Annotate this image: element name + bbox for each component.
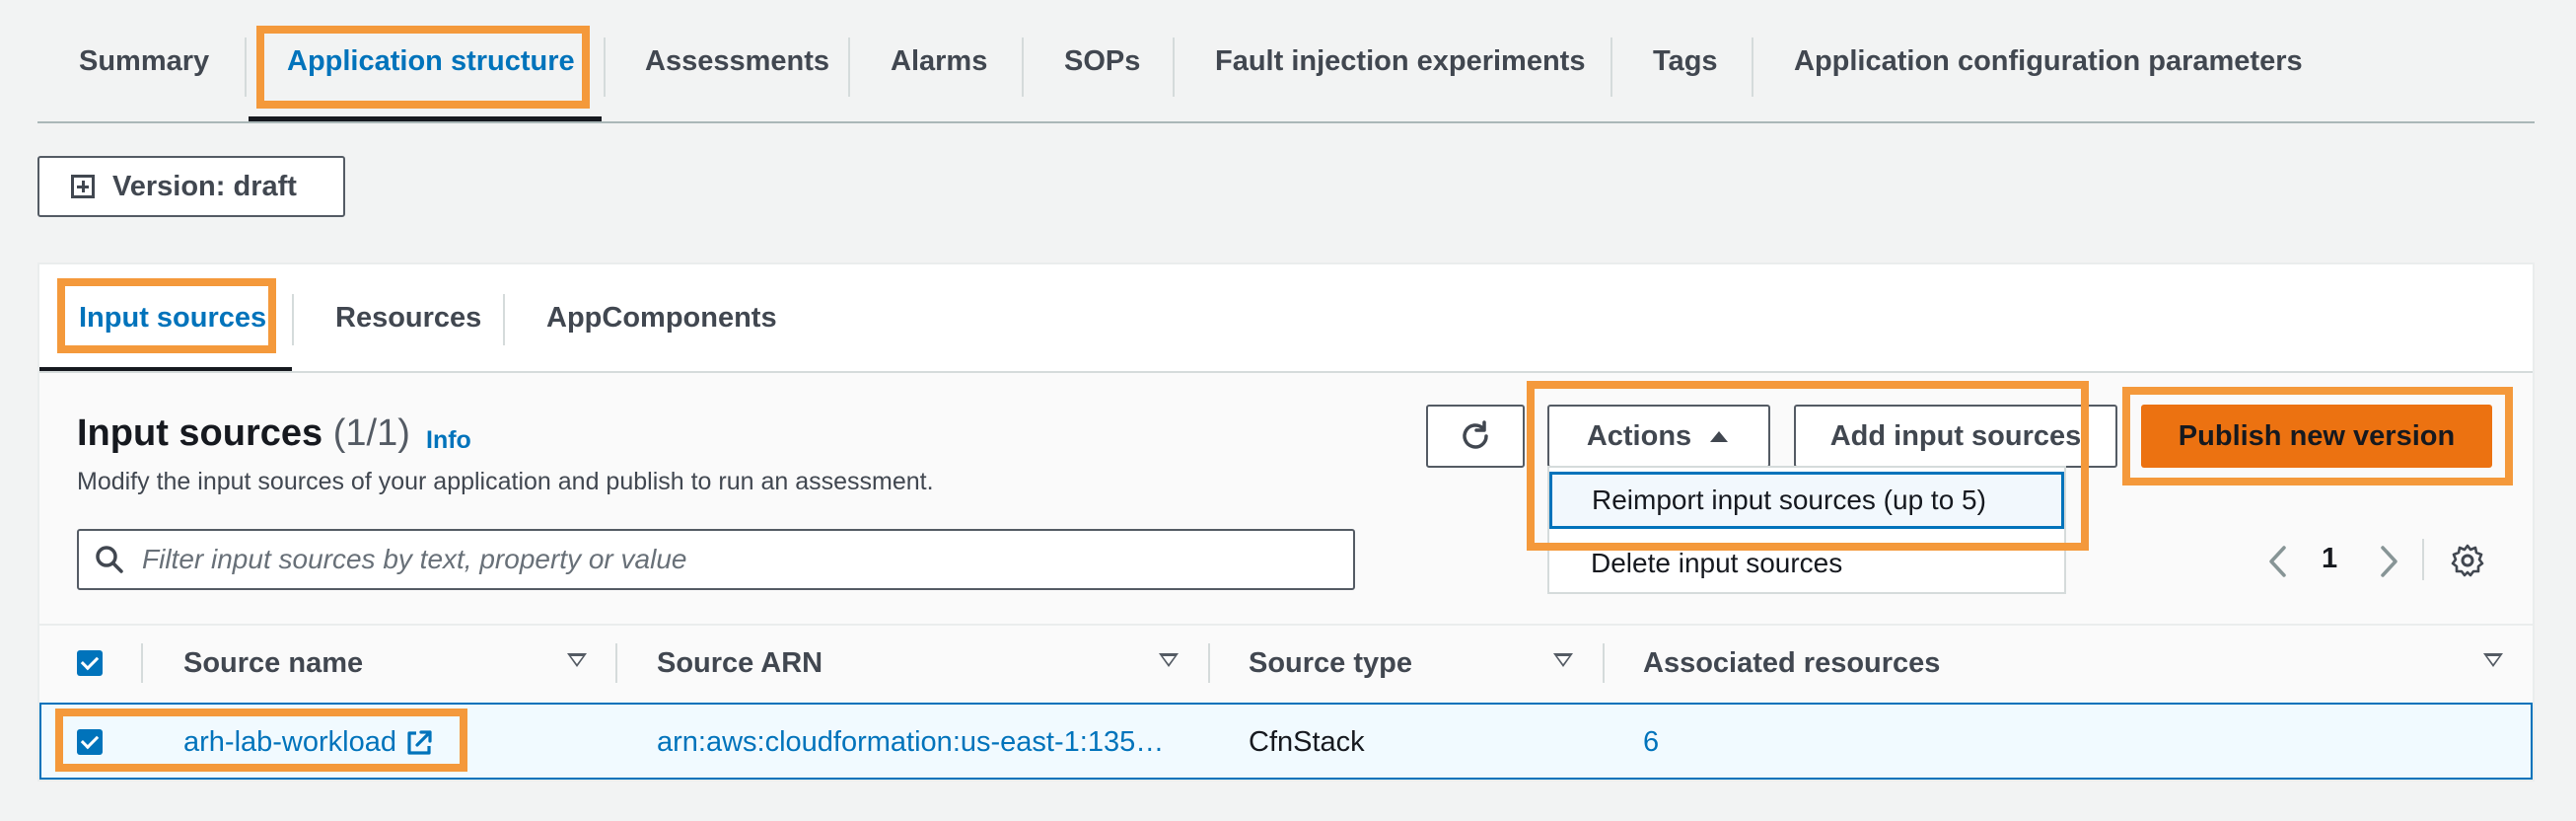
info-link[interactable]: Info — [426, 426, 471, 455]
version-label: Version: draft — [112, 170, 297, 202]
tab-summary[interactable]: Summary — [79, 0, 209, 122]
source-name-text: arh-lab-workload — [183, 726, 396, 758]
gear-icon[interactable] — [2450, 543, 2485, 578]
version-draft-button[interactable]: Version: draft — [37, 156, 345, 217]
tab-assessments[interactable]: Assessments — [645, 0, 829, 122]
subtab-divider — [292, 294, 294, 345]
source-arn-link[interactable]: arn:aws:cloudformation:us-east-1:135… — [657, 726, 1164, 759]
subtab-resources[interactable]: Resources — [335, 264, 481, 371]
add-input-sources-label: Add input sources — [1829, 419, 2082, 452]
actions-label: Actions — [1586, 419, 1692, 452]
tab-divider — [604, 37, 606, 97]
tab-sops[interactable]: SOPs — [1064, 0, 1140, 122]
actions-button[interactable]: Actions — [1547, 405, 1770, 468]
subtab-divider — [503, 294, 505, 345]
source-name-link[interactable]: arh-lab-workload — [183, 726, 434, 759]
column-header-source-type[interactable]: Source type — [1249, 647, 1412, 680]
tab-tags[interactable]: Tags — [1653, 0, 1718, 122]
subtab-input-sources[interactable]: Input sources — [79, 264, 266, 371]
tab-divider — [848, 37, 850, 97]
caret-up-icon — [1710, 431, 1729, 442]
tab-divider — [245, 37, 247, 97]
source-type-cell: CfnStack — [1249, 726, 1365, 758]
sort-icon[interactable] — [1553, 653, 1573, 667]
tab-alarms[interactable]: Alarms — [891, 0, 987, 122]
tab-divider — [1610, 37, 1612, 97]
current-page-number[interactable]: 1 — [2322, 543, 2337, 575]
filter-input[interactable] — [140, 543, 1327, 576]
column-divider[interactable] — [615, 643, 617, 683]
tab-application-structure[interactable]: Application structure — [287, 0, 575, 122]
publish-new-version-button[interactable]: Publish new version — [2141, 405, 2492, 468]
subtab-appcomponents[interactable]: AppComponents — [546, 264, 777, 371]
pagination-divider — [2422, 539, 2424, 580]
column-divider[interactable] — [1603, 643, 1605, 683]
menu-item-reimport-input-sources[interactable]: Reimport input sources (up to 5) — [1549, 472, 2064, 529]
column-header-source-name[interactable]: Source name — [183, 647, 363, 680]
container-title: Input sources (1/1) — [77, 412, 410, 455]
tab-divider — [1022, 37, 1024, 97]
column-header-associated-resources[interactable]: Associated resources — [1643, 647, 1940, 680]
previous-page-icon[interactable] — [2266, 545, 2290, 578]
container-description: Modify the input sources of your applica… — [77, 468, 934, 495]
tab-application-configuration-parameters[interactable]: Application configuration parameters — [1794, 0, 2303, 122]
filter-search-box[interactable] — [77, 529, 1355, 590]
tabs-divider — [37, 121, 2535, 123]
refresh-button[interactable] — [1426, 405, 1525, 468]
container-count: (1/1) — [332, 412, 410, 454]
menu-item-delete-input-sources[interactable]: Delete input sources — [1549, 535, 2064, 592]
container-title-text: Input sources — [77, 412, 323, 454]
sort-icon[interactable] — [2483, 653, 2503, 667]
refresh-icon — [1463, 420, 1488, 449]
external-link-icon — [407, 729, 432, 755]
column-header-source-arn[interactable]: Source ARN — [657, 647, 823, 680]
associated-resources-link[interactable]: 6 — [1643, 726, 1659, 759]
next-page-icon[interactable] — [2377, 545, 2400, 578]
select-all-checkbox[interactable] — [77, 650, 103, 676]
tab-divider — [1752, 37, 1753, 97]
search-icon — [96, 546, 123, 573]
expand-plus-icon — [71, 175, 95, 198]
sort-icon[interactable] — [1159, 653, 1179, 667]
column-divider[interactable] — [1208, 643, 1210, 683]
tab-fault-injection-experiments[interactable]: Fault injection experiments — [1215, 0, 1585, 122]
publish-label: Publish new version — [2178, 419, 2456, 452]
sort-icon[interactable] — [567, 653, 587, 667]
actions-dropdown-menu: Reimport input sources (up to 5) Delete … — [1547, 466, 2066, 594]
column-divider — [141, 643, 143, 683]
tab-divider — [1173, 37, 1175, 97]
row-checkbox[interactable] — [77, 729, 103, 755]
add-input-sources-button[interactable]: Add input sources — [1794, 405, 2117, 468]
